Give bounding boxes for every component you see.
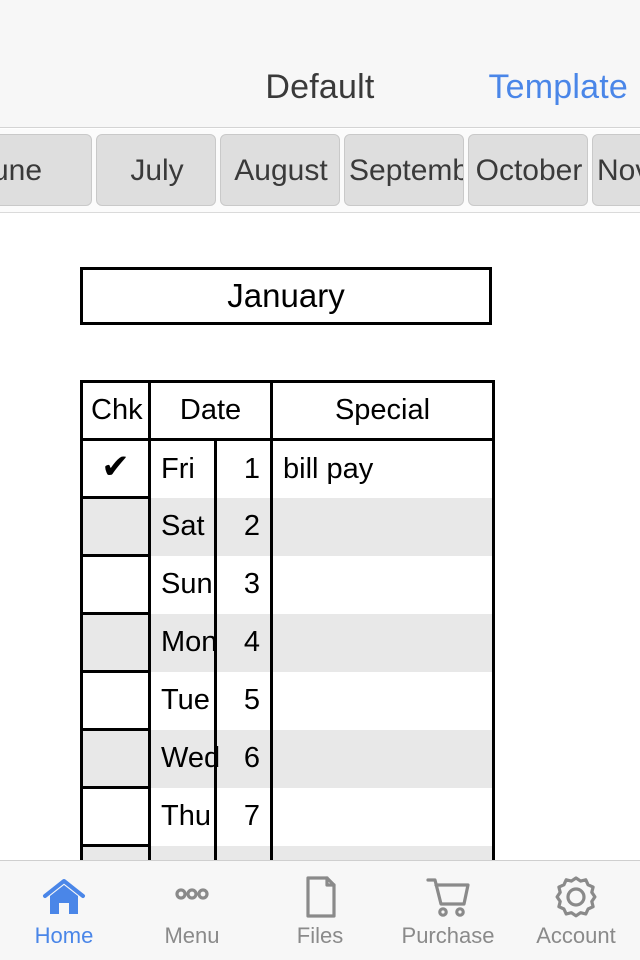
- checkbox-cell[interactable]: [80, 554, 151, 615]
- month-tab-label: August: [234, 154, 328, 187]
- day-number-cell[interactable]: 6: [213, 729, 274, 788]
- tab-label: Account: [536, 923, 616, 948]
- tab-purchase[interactable]: Purchase: [384, 861, 512, 960]
- cart-icon: [423, 874, 473, 920]
- template-button[interactable]: Template: [488, 68, 628, 107]
- checkbox-cell[interactable]: [80, 844, 151, 860]
- table-row[interactable]: Sat 2: [80, 496, 496, 557]
- document-icon: [297, 874, 343, 920]
- month-tab-august[interactable]: August: [220, 134, 340, 206]
- column-header-special: Special: [270, 380, 496, 441]
- day-of-week-cell[interactable]: Tue: [148, 671, 217, 730]
- special-cell[interactable]: bill pay: [270, 439, 496, 498]
- table-row[interactable]: Tue 5: [80, 670, 496, 731]
- month-tab-label: July: [130, 154, 184, 187]
- day-of-week-cell[interactable]: Mon: [148, 613, 217, 672]
- day-of-week-cell[interactable]: Fri: [148, 439, 217, 498]
- tab-label: Home: [34, 923, 94, 948]
- checkbox-cell[interactable]: ✔: [80, 438, 151, 499]
- table-header-row: Chk Date Special: [80, 380, 496, 441]
- table-row[interactable]: Sun 3: [80, 554, 496, 615]
- calendar-sheet: January Chk Date Special ✔ Fri 1 bill pay Sa…: [0, 214, 640, 860]
- checkbox-cell[interactable]: [80, 728, 151, 789]
- month-tab-label: October: [475, 154, 583, 187]
- special-cell[interactable]: [270, 555, 496, 614]
- day-of-week-cell[interactable]: Sat: [148, 497, 217, 556]
- day-of-week-cell[interactable]: [148, 845, 217, 860]
- table-header: Chk Date Special: [80, 380, 496, 441]
- tab-files[interactable]: Files: [256, 861, 384, 960]
- gear-icon: [553, 874, 599, 920]
- day-number-cell[interactable]: 7: [213, 787, 274, 846]
- day-of-week-cell[interactable]: Wed: [148, 729, 220, 788]
- special-cell[interactable]: [270, 497, 496, 556]
- month-tab-june[interactable]: June: [0, 134, 92, 206]
- table-row[interactable]: [80, 844, 496, 860]
- home-icon: [41, 874, 87, 920]
- tab-label: Purchase: [401, 923, 495, 948]
- special-cell[interactable]: [270, 613, 496, 672]
- table-row[interactable]: Thu 7: [80, 786, 496, 847]
- day-of-week-cell[interactable]: Thu: [148, 787, 217, 846]
- tab-menu[interactable]: Menu: [128, 861, 256, 960]
- bottom-tab-bar[interactable]: Home Menu Files Purchase Account: [0, 860, 640, 960]
- app-root: Default Template June July August September…: [0, 0, 640, 960]
- special-cell[interactable]: [270, 729, 496, 788]
- month-tab-track[interactable]: June July August September October November: [0, 134, 640, 206]
- special-cell[interactable]: [270, 671, 496, 730]
- month-tab-november[interactable]: November: [592, 134, 640, 206]
- check-icon: ✔: [101, 447, 130, 486]
- month-tab-label: September: [349, 154, 463, 187]
- special-cell[interactable]: [270, 787, 496, 846]
- table-row[interactable]: Mon 4: [80, 612, 496, 673]
- month-title: January: [227, 277, 345, 314]
- column-header-date: Date: [147, 380, 274, 441]
- checkbox-cell[interactable]: [80, 612, 151, 673]
- day-number-cell[interactable]: 2: [213, 497, 274, 556]
- table-row[interactable]: ✔ Fri 1 bill pay: [80, 438, 496, 499]
- table-body: ✔ Fri 1 bill pay Sat 2 Sun 3 Mon 4 Tue 5 Wed 6 Thu 7: [80, 438, 496, 860]
- tab-account[interactable]: Account: [512, 861, 640, 960]
- tab-label: Files: [296, 923, 344, 948]
- tab-label: Menu: [164, 923, 220, 948]
- month-tab-label: November: [597, 154, 640, 187]
- day-of-week-cell[interactable]: Sun: [148, 555, 217, 614]
- day-number-cell[interactable]: 5: [213, 671, 274, 730]
- day-number-cell[interactable]: 4: [213, 613, 274, 672]
- month-tab-label: June: [0, 154, 43, 187]
- month-title-box[interactable]: January: [80, 267, 492, 325]
- special-cell[interactable]: [270, 845, 496, 860]
- month-tab-strip[interactable]: June July August September October November: [0, 129, 640, 213]
- day-number-cell[interactable]: 3: [213, 555, 274, 614]
- checkbox-cell[interactable]: [80, 496, 151, 557]
- schedule-table: Chk Date Special ✔ Fri 1 bill pay Sat 2 Sun 3 Mo…: [80, 380, 496, 860]
- checkbox-cell[interactable]: [80, 670, 151, 731]
- day-number-cell[interactable]: [213, 845, 274, 860]
- column-header-chk: Chk: [80, 380, 151, 441]
- navigation-bar: Default Template: [0, 0, 640, 128]
- tab-home[interactable]: Home: [0, 861, 128, 960]
- month-tab-october[interactable]: October: [468, 134, 588, 206]
- month-tab-july[interactable]: July: [96, 134, 216, 206]
- ellipsis-icon: [169, 874, 215, 920]
- checkbox-cell[interactable]: [80, 786, 151, 847]
- table-row[interactable]: Wed 6: [80, 728, 496, 789]
- day-number-cell[interactable]: 1: [213, 439, 274, 498]
- month-tab-september[interactable]: September: [344, 134, 464, 206]
